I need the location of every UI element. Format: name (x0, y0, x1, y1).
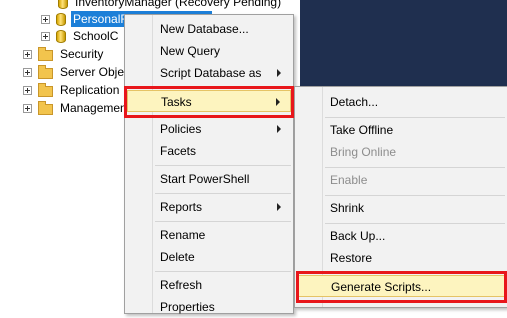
menu-item-label: Enable (330, 173, 368, 187)
menu-separator (155, 87, 291, 88)
menu-item-label: Detach... (330, 95, 379, 109)
submenu-arrow-icon (276, 98, 280, 106)
tree-node-schoolc[interactable]: SchoolC (41, 27, 120, 45)
database-context-menu: New Database... New Query Script Databas… (124, 14, 294, 314)
menu-item-label: Restore (330, 251, 373, 265)
submenu-item-bring-online: Bring Online (297, 141, 505, 163)
database-icon (58, 0, 68, 9)
database-icon (56, 29, 66, 43)
tree-node-label: Security (60, 47, 104, 61)
expand-icon[interactable] (23, 85, 32, 95)
menu-item-rename[interactable]: Rename (127, 224, 291, 246)
submenu-item-shrink[interactable]: Shrink (297, 197, 505, 219)
menu-item-label: Start PowerShell (160, 172, 250, 186)
folder-icon (38, 46, 53, 61)
submenu-item-generate-scripts[interactable]: Generate Scripts... (297, 275, 505, 297)
submenu-item-restore[interactable]: Restore (297, 247, 505, 269)
menu-item-script-database-as[interactable]: Script Database as (127, 62, 291, 84)
submenu-item-enable: Enable (297, 169, 505, 191)
database-icon (56, 12, 66, 26)
menu-separator (155, 165, 291, 166)
menu-item-label: Back Up... (330, 229, 386, 243)
tree-node-replication[interactable]: Replication (23, 81, 121, 99)
menu-item-facets[interactable]: Facets (127, 140, 291, 162)
expand-icon[interactable] (41, 14, 50, 24)
tasks-submenu: Detach... Take Offline Bring Online Enab… (294, 86, 507, 308)
submenu-arrow-icon (277, 69, 281, 77)
menu-item-label: Rename (160, 228, 206, 242)
menu-item-new-query[interactable]: New Query (127, 40, 291, 62)
submenu-item-back-up[interactable]: Back Up... (297, 225, 505, 247)
folder-icon (38, 64, 53, 79)
submenu-item-detach[interactable]: Detach... (297, 91, 505, 113)
menu-item-label: Delete (160, 250, 195, 264)
menu-item-label: Properties (160, 300, 215, 314)
menu-item-label: Refresh (160, 278, 203, 292)
submenu-item-take-offline[interactable]: Take Offline (297, 119, 505, 141)
expand-icon[interactable] (23, 67, 32, 77)
menu-separator (325, 117, 505, 118)
menu-item-label: Facets (160, 144, 197, 158)
menu-separator (325, 195, 505, 196)
tree-node-security[interactable]: Security (23, 45, 105, 63)
menu-separator (325, 273, 505, 274)
menu-item-delete[interactable]: Delete (127, 246, 291, 268)
expand-icon[interactable] (23, 49, 32, 59)
menu-separator (155, 221, 291, 222)
menu-separator (325, 167, 505, 168)
tree-node-label: Management (60, 101, 131, 115)
background-panel (300, 0, 507, 93)
menu-item-start-powershell[interactable]: Start PowerShell (127, 168, 291, 190)
tree-node-label: Replication (60, 83, 120, 97)
menu-item-label: Policies (160, 122, 202, 136)
menu-item-tasks[interactable]: Tasks (127, 90, 291, 112)
menu-separator (155, 271, 291, 272)
expand-icon[interactable] (41, 31, 50, 41)
tree-node-label: SchoolC (73, 29, 119, 43)
menu-item-refresh[interactable]: Refresh (127, 274, 291, 296)
menu-item-properties[interactable]: Properties (127, 296, 291, 318)
menu-item-label: Bring Online (330, 145, 397, 159)
menu-separator (155, 193, 291, 194)
menu-item-new-database[interactable]: New Database... (127, 18, 291, 40)
expand-icon[interactable] (23, 103, 32, 113)
folder-icon (38, 100, 53, 115)
folder-icon (38, 82, 53, 97)
menu-item-label: Reports (160, 200, 203, 214)
menu-item-policies[interactable]: Policies (127, 118, 291, 140)
menu-item-label: New Query (160, 44, 221, 58)
menu-item-label: Tasks (161, 95, 192, 109)
menu-item-label: Script Database as (160, 66, 262, 80)
menu-item-label: Generate Scripts... (331, 280, 432, 294)
menu-separator (155, 115, 291, 116)
menu-item-label: Take Offline (330, 123, 394, 137)
tree-node-management[interactable]: Management (23, 99, 132, 117)
submenu-arrow-icon (277, 125, 281, 133)
menu-item-label: New Database... (160, 22, 249, 36)
tree-node-label: InventoryManager (Recovery Pending) (75, 0, 282, 9)
menu-separator (325, 223, 505, 224)
menu-item-reports[interactable]: Reports (127, 196, 291, 218)
menu-item-label: Shrink (330, 201, 365, 215)
submenu-arrow-icon (277, 203, 281, 211)
